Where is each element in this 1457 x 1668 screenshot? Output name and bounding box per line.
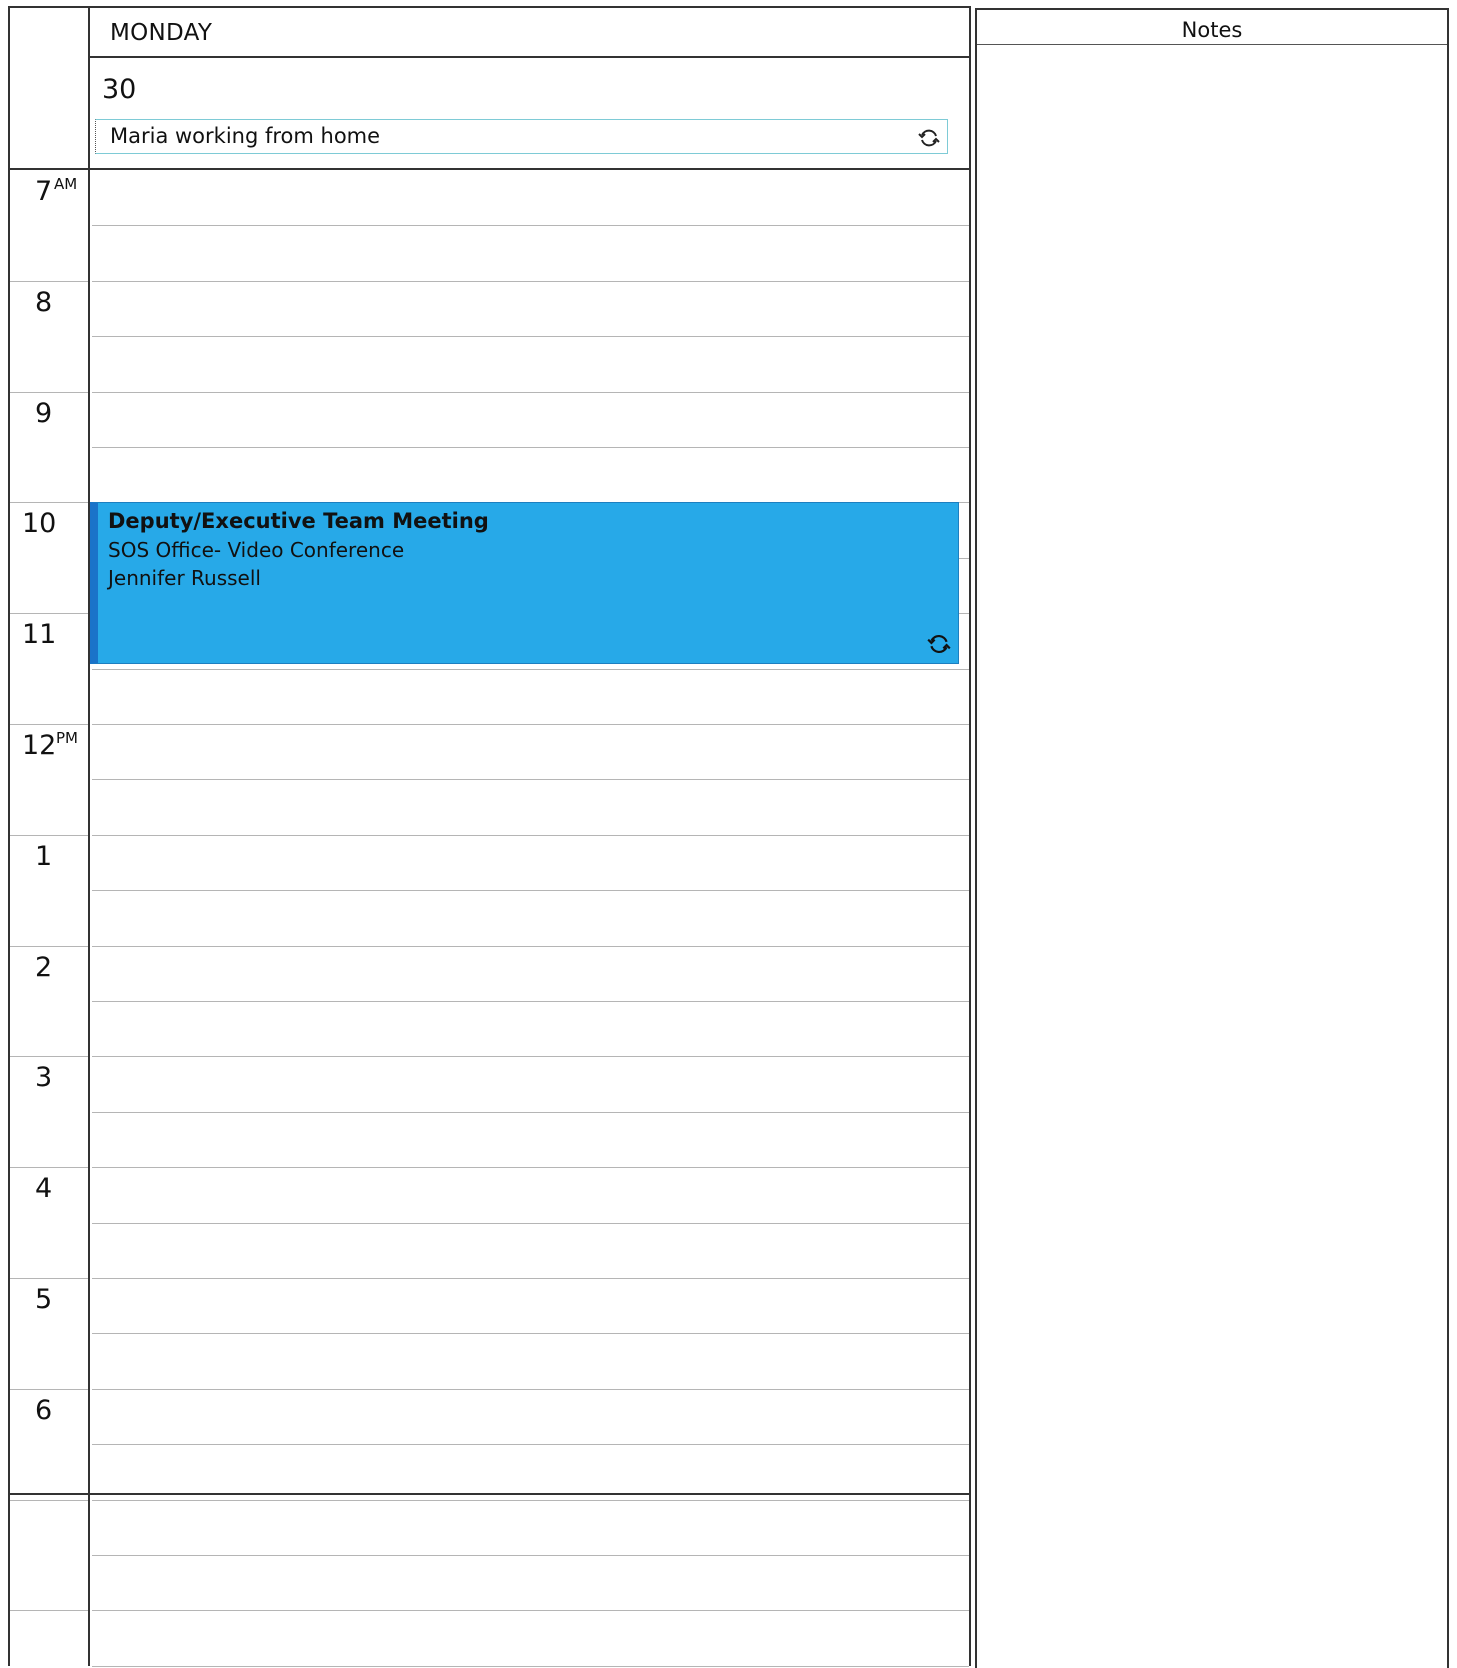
gutter-line: [10, 1278, 88, 1279]
gutter-line: [10, 1610, 88, 1611]
gutter-line: [10, 946, 88, 947]
time-grid-bottom: [8, 1493, 971, 1495]
grid-line: [92, 835, 969, 836]
notes-panel[interactable]: Notes: [975, 8, 1449, 1668]
hour-label: 8: [35, 287, 53, 318]
grid-line: [92, 1444, 969, 1445]
day-panel: [8, 6, 971, 1666]
hour-label: 11: [22, 619, 57, 650]
hour-label: 12: [22, 730, 57, 761]
grid-line: [92, 890, 969, 891]
appointment-location: SOS Office- Video Conference: [108, 538, 405, 562]
gutter-line: [10, 281, 88, 282]
grid-line: [92, 946, 969, 947]
hour-label: 2: [35, 952, 53, 983]
appointment-block[interactable]: Deputy/Executive Team Meeting SOS Office…: [90, 502, 959, 664]
grid-line: [92, 1278, 969, 1279]
gutter-line: [10, 724, 88, 725]
day-header: MONDAY: [90, 6, 969, 58]
gutter-line: [10, 1056, 88, 1057]
am-pm-label: PM: [56, 729, 78, 747]
hour-label: 9: [35, 398, 53, 429]
appointment-title: Deputy/Executive Team Meeting: [108, 509, 489, 533]
gutter-line: [10, 1167, 88, 1168]
hour-label: 5: [35, 1284, 53, 1315]
grid-line: [92, 225, 969, 226]
grid-line: [92, 1167, 969, 1168]
grid-line: [92, 336, 969, 337]
grid-line: [92, 1112, 969, 1113]
gutter-line: [10, 835, 88, 836]
gutter-line: [10, 1389, 88, 1390]
grid-line: [92, 1666, 969, 1667]
grid-line: [92, 1001, 969, 1002]
hour-label: 7: [35, 176, 53, 207]
grid-line: [92, 1389, 969, 1390]
gutter-line: [10, 502, 88, 503]
grid-line: [92, 392, 969, 393]
grid-line: [92, 724, 969, 725]
hour-label: 4: [35, 1173, 53, 1204]
hour-label: 10: [22, 508, 57, 539]
grid-line: [92, 281, 969, 282]
notes-title: Notes: [1181, 18, 1243, 42]
grid-line: [92, 1223, 969, 1224]
grid-line: [92, 447, 969, 448]
gutter-line: [10, 392, 88, 393]
am-pm-label: AM: [54, 175, 78, 193]
grid-line: [92, 1500, 969, 1501]
hour-label: 6: [35, 1395, 53, 1426]
grid-line: [92, 1333, 969, 1334]
gutter-line: [10, 613, 88, 614]
appointment-organizer: Jennifer Russell: [108, 566, 261, 590]
grid-line: [92, 669, 969, 670]
gutter-line: [10, 1500, 88, 1501]
hour-label: 1: [35, 841, 53, 872]
day-name: MONDAY: [110, 20, 213, 46]
grid-line: [92, 1610, 969, 1611]
all-day-event-title: Maria working from home: [110, 124, 381, 148]
grid-line: [92, 779, 969, 780]
time-gutter-divider: [88, 6, 90, 1666]
grid-line: [92, 1056, 969, 1057]
grid-line: [92, 1555, 969, 1556]
recurrence-icon: [918, 129, 940, 147]
hour-label: 3: [35, 1062, 53, 1093]
date-number: 30: [102, 74, 137, 105]
notes-header-rule: [977, 44, 1447, 45]
all-day-event[interactable]: Maria working from home: [95, 119, 948, 154]
all-day-divider: [8, 168, 971, 170]
recurrence-icon: [927, 634, 951, 654]
